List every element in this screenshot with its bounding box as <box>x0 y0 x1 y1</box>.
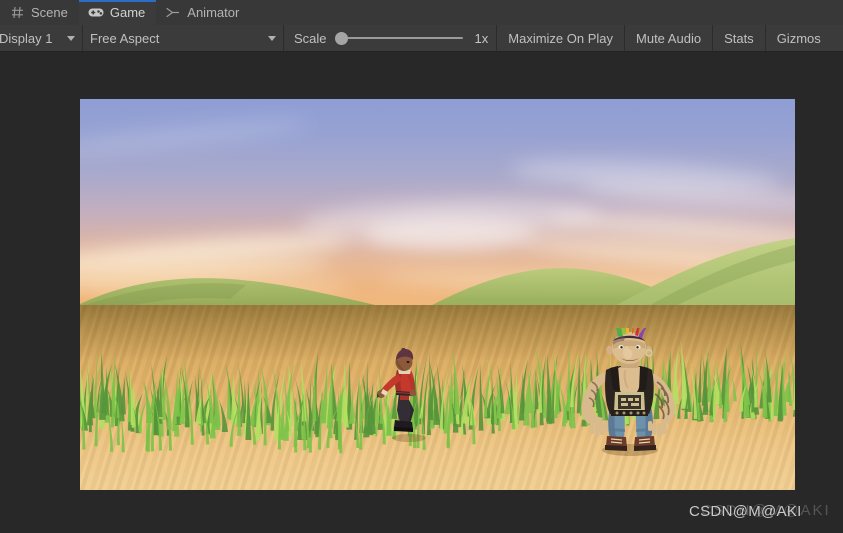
gizmos-button[interactable]: Gizmos <box>766 25 832 51</box>
display-dropdown[interactable]: Display 1 <box>0 25 82 51</box>
scale-slider-track <box>340 37 463 39</box>
scale-value: 1x <box>474 30 489 46</box>
scale-label: Scale <box>294 30 327 46</box>
chevron-down-icon <box>67 35 75 41</box>
tab-scene[interactable]: Scene <box>0 0 79 25</box>
animator-icon <box>165 6 181 20</box>
gamepad-icon <box>88 6 104 20</box>
panel-tab-bar: Scene Game Animator <box>0 0 843 26</box>
scale-control[interactable]: Scale 1x <box>284 25 496 51</box>
tab-game[interactable]: Game <box>78 0 157 26</box>
aspect-ratio-dropdown[interactable]: Free Aspect <box>83 25 283 51</box>
unity-editor-game-window: Scene Game Animator Display 1 Free Aspec… <box>0 0 843 533</box>
scale-slider-handle[interactable] <box>334 31 348 45</box>
tab-animator[interactable]: Animator <box>156 0 251 25</box>
player-character <box>377 348 426 442</box>
stats-button[interactable]: Stats <box>713 25 765 51</box>
mute-audio-button[interactable]: Mute Audio <box>625 25 712 51</box>
chevron-down-icon <box>268 35 276 41</box>
tab-game-label: Game <box>109 5 146 20</box>
grid-icon <box>9 6 25 20</box>
aspect-ratio-label: Free Aspect <box>90 30 160 46</box>
maximize-on-play-button[interactable]: Maximize On Play <box>497 25 624 51</box>
watermark: CSDN@M@AKI CSDN@M@AKI <box>689 502 829 520</box>
game-view-toolbar: Display 1 Free Aspect Scale 1x Maximize … <box>0 25 843 52</box>
scale-slider[interactable] <box>334 31 463 45</box>
game-view-render[interactable] <box>80 99 795 490</box>
tab-scene-label: Scene <box>31 5 68 20</box>
watermark-ghost-text: CSDN@M@AKI <box>701 502 831 519</box>
ogre-enemy <box>581 328 676 456</box>
display-dropdown-label: Display 1 <box>0 30 53 46</box>
tab-animator-label: Animator <box>187 5 240 20</box>
